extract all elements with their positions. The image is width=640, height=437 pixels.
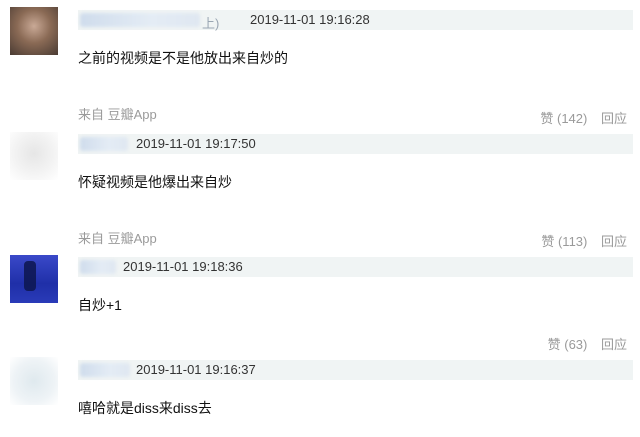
comment-header: 2019-11-01 19:18:36	[78, 257, 633, 277]
comment-text: 怀疑视频是他爆出来自炒	[78, 174, 232, 190]
like-button[interactable]: 赞 (113)	[541, 234, 587, 249]
comment-text: 之前的视频是不是他放出来自炒的	[78, 50, 288, 66]
comment-timestamp: 2019-11-01 19:17:50	[136, 136, 256, 151]
comment-actions: 赞 (113) 回应	[541, 231, 627, 250]
comment-header: 上) 2019-11-01 19:16:28	[78, 10, 633, 31]
username-blurred[interactable]	[80, 137, 128, 151]
reply-button[interactable]: 回应	[601, 111, 627, 126]
comment-timestamp: 2019-11-01 19:16:28	[250, 12, 370, 27]
comment-timestamp: 2019-11-01 19:18:36	[123, 259, 243, 274]
comment-actions: 赞 (63) 回应	[548, 334, 627, 353]
avatar[interactable]	[10, 357, 58, 405]
username-blurred[interactable]	[80, 363, 130, 377]
username-blurred[interactable]	[80, 260, 116, 274]
avatar[interactable]	[10, 255, 58, 303]
avatar[interactable]	[10, 7, 58, 55]
like-button[interactable]: 赞 (63)	[548, 337, 588, 352]
source-label: 来自 豆瓣App	[78, 231, 157, 246]
comment-text: 自炒+1	[78, 297, 122, 313]
like-button[interactable]: 赞 (142)	[540, 111, 587, 126]
username-blurred[interactable]	[80, 13, 200, 27]
comment-header: 2019-11-01 19:17:50	[78, 134, 633, 154]
comment-timestamp: 2019-11-01 19:16:37	[136, 362, 256, 377]
avatar-figure	[24, 261, 36, 291]
comment-actions: 赞 (142) 回应	[540, 108, 627, 127]
reply-button[interactable]: 回应	[601, 234, 627, 249]
avatar[interactable]	[10, 132, 58, 180]
comment-text: 嘻哈就是diss来diss去	[78, 400, 212, 416]
source-label: 来自 豆瓣App	[78, 107, 157, 122]
reply-button[interactable]: 回应	[601, 337, 627, 352]
comment-header: 2019-11-01 19:16:37	[78, 360, 633, 380]
username-tail: 上)	[202, 16, 220, 31]
